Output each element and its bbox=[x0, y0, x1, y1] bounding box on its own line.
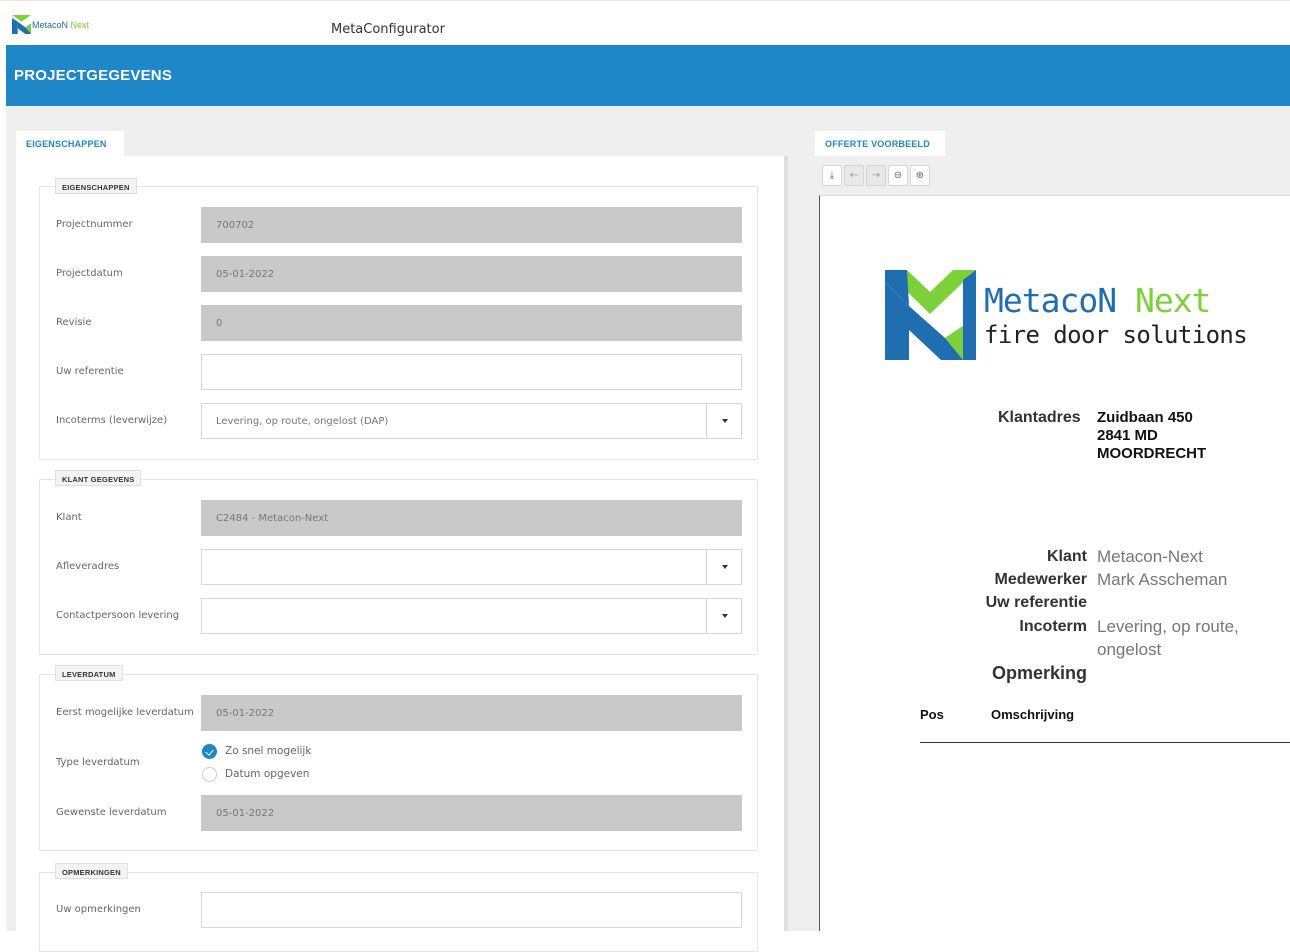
panel-scrollbar[interactable] bbox=[784, 156, 788, 931]
label-eerst-mogelijke-leverdatum: Eerst mogelijke leverdatum bbox=[56, 707, 194, 718]
arrow-right-icon[interactable]: → bbox=[866, 165, 886, 186]
contactpersoon-select[interactable] bbox=[201, 598, 742, 634]
label-revisie: Revisie bbox=[56, 317, 92, 328]
preview-label-medewerker: Medewerker bbox=[994, 571, 1088, 588]
section-legend-opmerkingen: OPMERKINGEN bbox=[55, 863, 128, 879]
preview-col-omschrijving: Omschrijving bbox=[991, 707, 1075, 722]
metacon-brand-logo-icon bbox=[885, 270, 976, 360]
preview-label-klant: Klant bbox=[1047, 548, 1087, 565]
zoom-out-icon[interactable]: ⊖ bbox=[888, 165, 908, 186]
app-logo[interactable]: MetacoN Next bbox=[12, 15, 89, 34]
preview-label-klantadres: Klantadres bbox=[998, 409, 1081, 426]
preview-table-rule bbox=[920, 742, 1290, 743]
chevron-down-icon[interactable] bbox=[706, 550, 741, 584]
section-legend-eigenschappen: EIGENSCHAPPEN bbox=[55, 178, 137, 194]
preview-col-pos: Pos bbox=[920, 707, 944, 722]
label-uw-opmerkingen: Uw opmerkingen bbox=[56, 904, 141, 915]
projectdatum-field: 05-01-2022 bbox=[201, 256, 742, 292]
label-contactpersoon: Contactpersoon levering bbox=[56, 610, 180, 621]
label-gewenste-leverdatum: Gewenste leverdatum bbox=[56, 807, 167, 818]
label-incoterms: Incoterms (leverwijze) bbox=[56, 415, 168, 426]
preview-label-incoterm: Incoterm bbox=[1019, 618, 1087, 635]
incoterms-value: Levering, op route, ongelost (DAP) bbox=[216, 416, 389, 427]
address-line-postcode: 2841 MD bbox=[1097, 427, 1158, 444]
label-type-leverdatum: Type leverdatum bbox=[56, 757, 140, 768]
projectnummer-field: 700702 bbox=[201, 207, 742, 243]
preview-value-incoterm-1: Levering, op route, bbox=[1097, 617, 1239, 636]
preview-value-medewerker: Mark Asscheman bbox=[1097, 570, 1228, 589]
section-legend-klant-gegevens: KLANT GEGEVENS bbox=[55, 470, 142, 486]
arrow-left-icon[interactable]: ← bbox=[844, 165, 864, 186]
brand-word-next: Next bbox=[1134, 281, 1211, 320]
preview-label-uw-referentie: Uw referentie bbox=[985, 594, 1087, 611]
radio-label-zo-snel-mogelijk[interactable]: Zo snel mogelijk bbox=[225, 745, 311, 757]
preview-value-incoterm-2: ongelost bbox=[1097, 640, 1162, 659]
preview-toolbar: ⤓ ← → ⊖ ⊕ bbox=[822, 165, 930, 186]
section-legend-leverdatum: LEVERDATUM bbox=[55, 665, 123, 681]
address-line-city: MOORDRECHT bbox=[1097, 445, 1207, 462]
label-projectdatum: Projectdatum bbox=[56, 268, 123, 279]
revisie-field: 0 bbox=[201, 305, 742, 341]
label-uw-referentie: Uw referentie bbox=[56, 366, 124, 377]
radio-zo-snel-mogelijk[interactable] bbox=[202, 744, 217, 759]
chevron-down-icon[interactable] bbox=[706, 404, 741, 438]
gewenste-leverdatum-field: 05-01-2022 bbox=[201, 795, 742, 831]
tab-eigenschappen[interactable]: EIGENSCHAPPEN bbox=[16, 131, 124, 156]
chevron-down-icon[interactable] bbox=[706, 599, 741, 633]
radio-datum-opgeven[interactable] bbox=[202, 767, 217, 782]
klant-field: C2484 - Metacon-Next bbox=[201, 500, 742, 536]
top-bar: MetacoN Next MetaConfigurator bbox=[0, 0, 1290, 44]
page-title: PROJECTGEGEVENS bbox=[14, 67, 173, 84]
brand-tagline: fire door solutions bbox=[984, 321, 1248, 349]
incoterms-select[interactable]: Levering, op route, ongelost (DAP) bbox=[201, 403, 742, 439]
preview-address: Zuidbaan 450 2841 MD MOORDRECHT bbox=[1097, 409, 1206, 463]
afleveradres-select[interactable] bbox=[201, 549, 742, 585]
page-header: PROJECTGEGEVENS bbox=[6, 45, 1290, 106]
label-projectnummer: Projectnummer bbox=[56, 219, 133, 230]
brand-name: MetacoN Next bbox=[984, 281, 1211, 320]
radio-label-datum-opgeven[interactable]: Datum opgeven bbox=[225, 768, 309, 780]
preview-label-opmerking: Opmerking bbox=[991, 663, 1087, 683]
logo-word-metacon: MetacoN bbox=[32, 19, 69, 30]
uw-opmerkingen-input[interactable] bbox=[201, 892, 742, 928]
metacon-logo-icon bbox=[12, 15, 31, 34]
app-title: MetaConfigurator bbox=[331, 22, 445, 37]
address-line-street: Zuidbaan 450 bbox=[1097, 409, 1193, 426]
label-klant: Klant bbox=[56, 512, 82, 523]
label-afleveradres: Afleveradres bbox=[56, 561, 120, 572]
eerst-mogelijke-leverdatum-field: 05-01-2022 bbox=[201, 695, 742, 731]
download-icon[interactable]: ⤓ bbox=[822, 165, 842, 186]
logo-word-next: Next bbox=[70, 19, 90, 30]
brand-word-metacon: MetacoN bbox=[984, 281, 1117, 320]
tab-offerte-voorbeeld[interactable]: OFFERTE VOORBEELD bbox=[815, 131, 945, 156]
preview-value-klant: Metacon-Next bbox=[1097, 547, 1203, 566]
zoom-in-icon[interactable]: ⊕ bbox=[910, 165, 930, 186]
uw-referentie-input[interactable] bbox=[201, 354, 742, 390]
